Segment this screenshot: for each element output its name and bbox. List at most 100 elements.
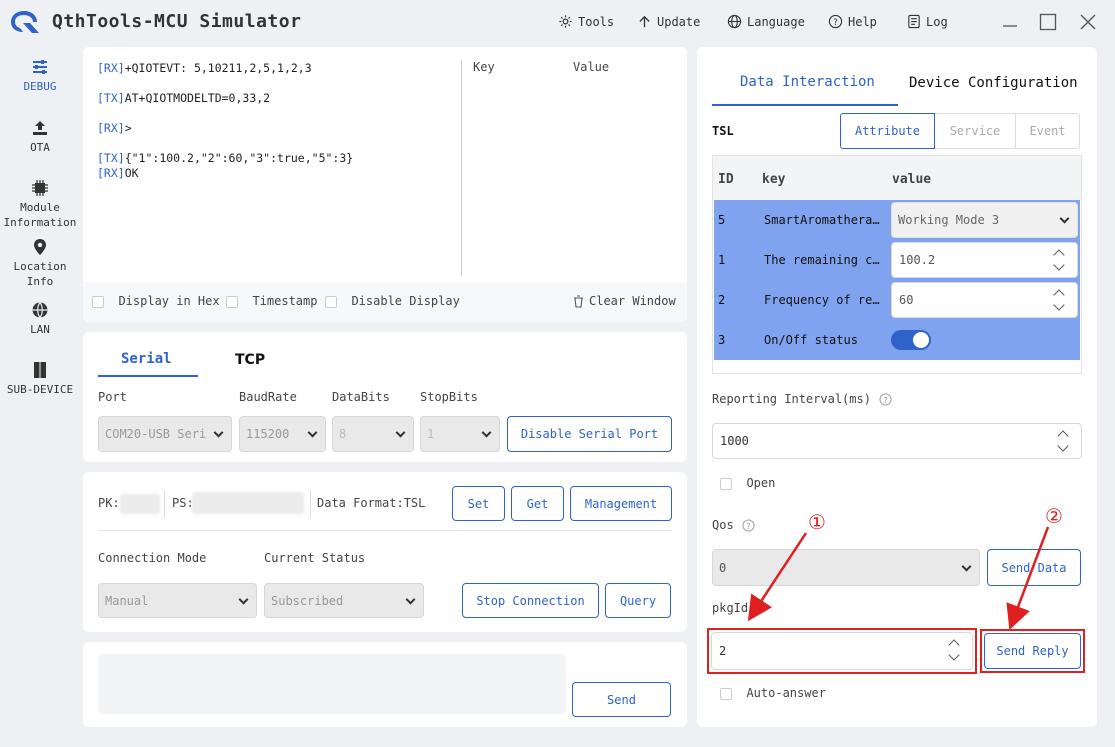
chevron-down-icon	[307, 427, 318, 438]
on-off-toggle[interactable]	[891, 330, 931, 350]
sidebar: DEBUG OTA Module Information Location In…	[0, 50, 80, 747]
set-button[interactable]: Set	[452, 486, 505, 521]
send-button[interactable]: Send	[572, 682, 671, 717]
row-value-stepper[interactable]: 100.2	[891, 242, 1078, 278]
maximize-icon	[1039, 13, 1057, 31]
close-button[interactable]	[1075, 10, 1101, 34]
row-id: 1	[718, 253, 726, 267]
tab-serial[interactable]: Serial	[121, 351, 172, 367]
row-value-select[interactable]: Working Mode 3	[891, 202, 1078, 238]
disable-display-option[interactable]: Disable Display	[325, 294, 460, 308]
timestamp-option[interactable]: Timestamp	[226, 294, 317, 308]
row-key: On/Off status	[764, 333, 858, 347]
menu-language[interactable]: Language	[727, 14, 805, 29]
menu-language-label: Language	[747, 14, 805, 29]
title-bar: QthTools-MCU Simulator Tools Update Lang…	[0, 0, 1115, 44]
subtab-attribute[interactable]: Attribute	[840, 113, 935, 149]
get-button[interactable]: Get	[511, 486, 564, 521]
row-key: The remaining c…	[764, 253, 880, 267]
display-hex-option[interactable]: Display in Hex	[92, 294, 220, 308]
sidebar-item-debug[interactable]: DEBUG	[0, 58, 80, 94]
annotation-number-2: ②	[1045, 504, 1063, 528]
tab-serial-underline	[98, 375, 198, 377]
stop-connection-button[interactable]: Stop Connection	[462, 583, 599, 618]
sidebar-item-ota[interactable]: OTA	[0, 119, 80, 155]
pk-value-blurred	[120, 494, 160, 514]
menu-tools[interactable]: Tools	[558, 14, 614, 29]
location-pin-icon	[34, 239, 46, 255]
sliders-icon	[33, 60, 47, 74]
maximize-button[interactable]	[1035, 10, 1061, 34]
log-divider	[461, 60, 462, 276]
timestamp-checkbox[interactable]	[226, 295, 238, 308]
divider	[164, 490, 165, 518]
auto-answer-checkbox[interactable]	[720, 687, 732, 700]
annotation-number-1: ①	[808, 510, 826, 534]
row-id: 5	[718, 213, 726, 227]
menu-log-label: Log	[926, 14, 948, 29]
current-status-select[interactable]: Subscribed	[264, 583, 424, 618]
log-line: [RX]+QIOTEVT: 5,10211,2,5,1,2,3	[97, 61, 312, 75]
log-view[interactable]: [RX]+QIOTEVT: 5,10211,2,5,1,2,3 [TX]AT+Q…	[83, 47, 461, 277]
stepper-arrows-icon[interactable]	[1053, 249, 1067, 271]
reporting-interval-input[interactable]: 1000	[712, 423, 1082, 459]
stepper-arrows-icon[interactable]	[1053, 289, 1067, 311]
book-icon	[34, 362, 46, 378]
clear-window-button[interactable]: Clear Window	[573, 294, 676, 308]
query-button[interactable]: Query	[605, 583, 671, 618]
ps-label: PS:	[172, 496, 194, 510]
minimize-button[interactable]	[997, 10, 1023, 34]
upload-tray-icon	[33, 121, 47, 135]
row-key: Frequency of re…	[764, 293, 880, 307]
row-value-stepper[interactable]: 60	[891, 282, 1078, 318]
data-format-label: Data Format:TSL	[317, 496, 426, 510]
management-button[interactable]: Management	[570, 486, 672, 521]
sidebar-item-lan[interactable]: LAN	[0, 301, 80, 337]
open-option[interactable]: Open	[720, 476, 775, 490]
sidebar-item-sub-device[interactable]: SUB-DEVICE	[0, 361, 80, 397]
menu-update[interactable]: Update	[637, 14, 700, 29]
display-hex-checkbox[interactable]	[92, 295, 104, 308]
tab-data-interaction[interactable]: Data Interaction	[740, 74, 875, 90]
stepper-arrows-icon[interactable]	[1057, 430, 1071, 452]
tab-tcp[interactable]: TCP	[235, 352, 265, 368]
databits-select[interactable]: 8	[332, 416, 414, 452]
sidebar-item-location-info[interactable]: Location Info	[0, 238, 80, 289]
chevron-down-icon	[213, 427, 224, 438]
log-line: [RX]OK	[97, 166, 139, 180]
arrow-up-icon	[639, 15, 650, 28]
row-key: SmartAromathera…	[764, 213, 880, 227]
globe-icon	[32, 302, 48, 318]
open-checkbox[interactable]	[720, 477, 732, 490]
col-header-key: key	[762, 172, 786, 187]
menu-tools-label: Tools	[578, 14, 615, 29]
log-line: [TX]{"1":100.2,"2":60,"3":true,"5":3}	[97, 151, 354, 165]
sidebar-item-module-information[interactable]: Module Information	[0, 179, 80, 230]
connection-mode-select[interactable]: Manual	[98, 583, 257, 618]
stopbits-select[interactable]: 1	[420, 416, 500, 452]
chip-icon	[32, 180, 48, 196]
ps-value-blurred	[192, 492, 304, 514]
subtab-service[interactable]: Service	[935, 113, 1016, 149]
sidebar-item-label: SUB-DEVICE	[6, 383, 74, 396]
menu-help[interactable]: ? Help	[828, 14, 877, 29]
baudrate-select[interactable]: 115200	[239, 416, 326, 452]
menu-log[interactable]: Log	[907, 14, 948, 29]
chevron-down-icon	[481, 427, 492, 438]
table-row: 5 SmartAromathera… Working Mode 3	[714, 200, 1080, 240]
auto-answer-option[interactable]: Auto-answer	[720, 686, 826, 700]
kv-header-key: Key	[473, 60, 495, 74]
subtab-event[interactable]: Event	[1016, 113, 1080, 149]
kv-header-value: Value	[573, 60, 610, 74]
svg-text:?: ?	[883, 394, 887, 404]
table-row: 1 The remaining c… 100.2	[714, 240, 1080, 280]
send-textarea[interactable]	[98, 654, 566, 714]
port-select[interactable]: COM20-USB Seri	[98, 416, 232, 452]
port-label: Port	[98, 390, 127, 404]
svg-text:?: ?	[833, 17, 837, 27]
disable-serial-port-button[interactable]: Disable Serial Port	[507, 416, 672, 452]
tab-device-configuration[interactable]: Device Configuration	[909, 75, 1078, 91]
disable-display-checkbox[interactable]	[325, 295, 337, 308]
reporting-interval-label: Reporting Interval(ms) ?	[712, 392, 892, 406]
help-circle-icon: ?	[828, 14, 843, 29]
